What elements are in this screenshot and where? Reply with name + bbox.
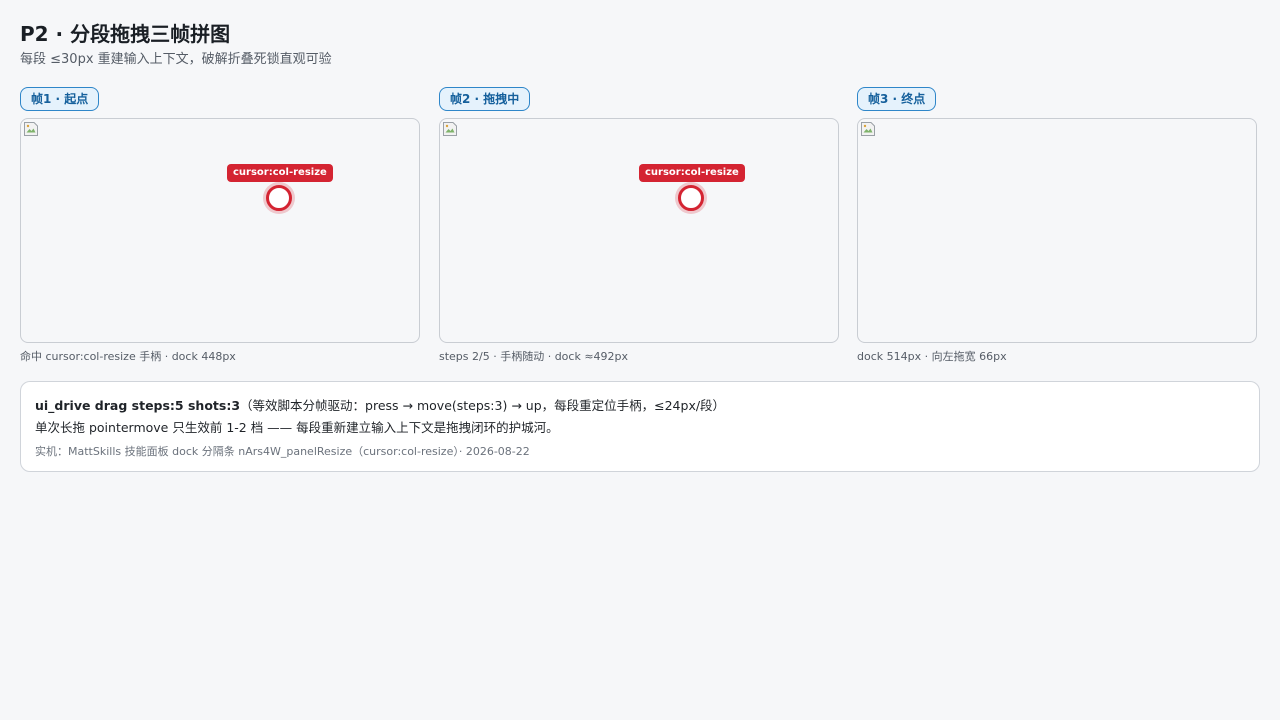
cursor-label: cursor:col-resize <box>639 164 745 182</box>
frame-3-image <box>857 118 1257 343</box>
cursor-label: cursor:col-resize <box>227 164 333 182</box>
info-command-line: ui_drive drag steps:5 shots:3（等效脚本分帧驱动：p… <box>35 397 725 415</box>
frame-2: 帧2 · 拖拽中 cursor:col-resize steps 2/5 · 手… <box>439 87 839 363</box>
info-card: ui_drive drag steps:5 shots:3（等效脚本分帧驱动：p… <box>20 381 1260 472</box>
frame-1-badge: 帧1 · 起点 <box>20 87 100 111</box>
frame-2-image: cursor:col-resize <box>439 118 839 343</box>
broken-image-icon <box>443 122 457 136</box>
frame-3-caption: dock 514px · 向左拖宽 66px <box>857 350 1007 363</box>
frame-3: 帧3 · 终点 dock 514px · 向左拖宽 66px <box>857 87 1257 363</box>
info-description: 单次长拖 pointermove 只生效前 1-2 档 —— 每段重新建立输入上… <box>35 420 559 435</box>
page-subtitle: 每段 ≤30px 重建输入上下文，破解折叠死锁直观可验 <box>20 52 332 67</box>
info-command-note: （等效脚本分帧驱动：press → move(steps:3) → up，每段重… <box>240 398 726 413</box>
frame-1-image: cursor:col-resize <box>20 118 420 343</box>
cursor-marker <box>678 185 704 211</box>
frame-2-badge: 帧2 · 拖拽中 <box>439 87 531 111</box>
frame-1: 帧1 · 起点 cursor:col-resize 命中 cursor:col-… <box>20 87 420 363</box>
frame-1-caption: 命中 cursor:col-resize 手柄 · dock 448px <box>20 350 236 363</box>
broken-image-icon <box>861 122 875 136</box>
frame-3-badge: 帧3 · 终点 <box>857 87 937 111</box>
info-source-note: 实机：MattSkills 技能面板 dock 分隔条 nArs4W_panel… <box>35 445 530 458</box>
page-title: P2 · 分段拖拽三帧拼图 <box>20 22 231 46</box>
cursor-marker <box>266 185 292 211</box>
frame-2-caption: steps 2/5 · 手柄随动 · dock ≈492px <box>439 350 629 363</box>
info-command: ui_drive drag steps:5 shots:3 <box>35 398 241 413</box>
broken-image-icon <box>24 122 38 136</box>
